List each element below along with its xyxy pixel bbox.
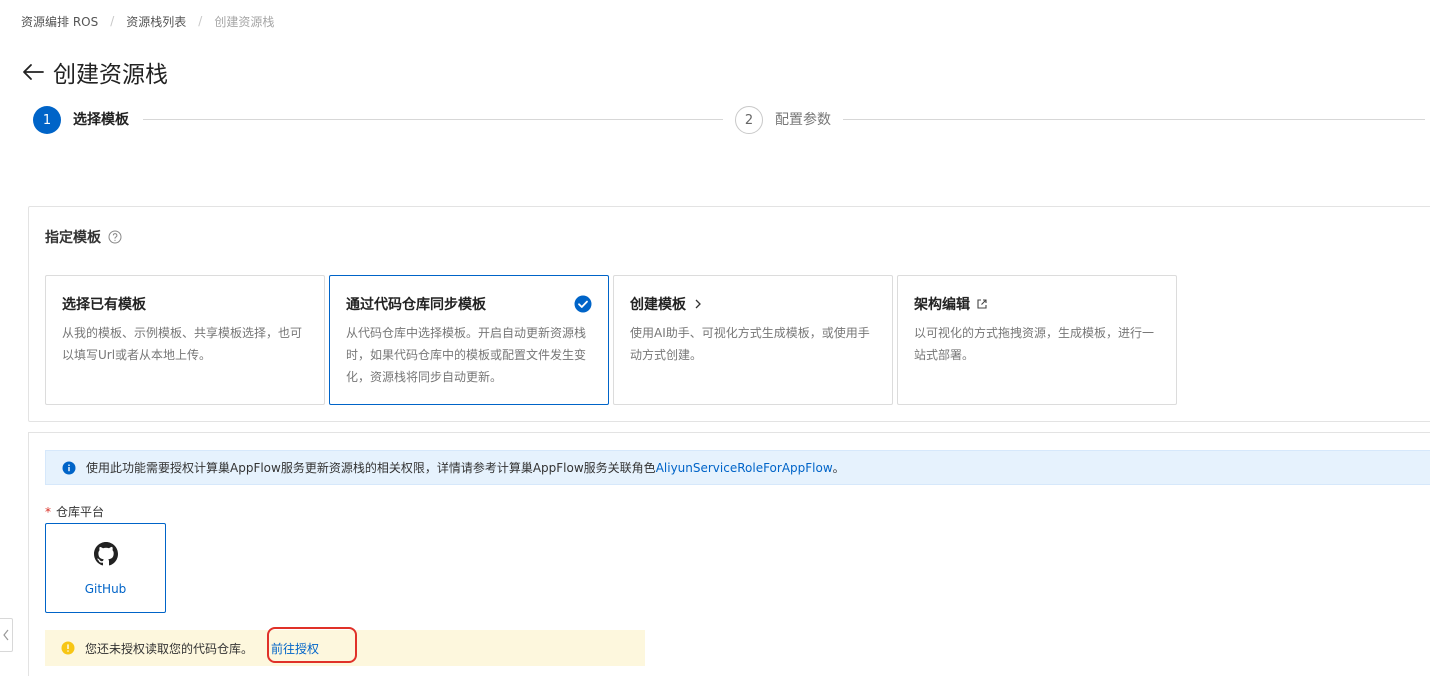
breadcrumb-item-stack-list[interactable]: 资源栈列表 [126,13,186,30]
warning-text: 您还未授权读取您的代码仓库。 [85,641,254,656]
service-role-link[interactable]: AliyunServiceRoleForAppFlow [656,461,833,475]
info-banner: 使用此功能需要授权计算巢AppFlow服务更新资源栈的相关权限，详情请参考计算巢… [45,450,1430,485]
card-create-template[interactable]: 创建模板 使用AI助手、可视化方式生成模板，或使用手动方式创建。 [613,275,893,405]
card-title: 选择已有模板 [62,297,146,313]
back-arrow-icon[interactable] [21,59,47,85]
card-architecture-editor[interactable]: 架构编辑 以可视化的方式拖拽资源，生成模板，进行一站式部署。 [897,275,1177,405]
step-connector [143,119,723,120]
step-1-circle: 1 [33,106,61,134]
required-mark: * [45,505,51,519]
card-description: 以可视化的方式拖拽资源，生成模板，进行一站式部署。 [914,326,1155,362]
page-title: 创建资源栈 [53,62,168,88]
breadcrumb: 资源编排 ROS / 资源栈列表 / 创建资源栈 [21,13,274,29]
card-select-existing-template[interactable]: 选择已有模板 从我的模板、示例模板、共享模板选择，也可以填写Url或者从本地上传… [45,275,325,405]
authorize-link[interactable]: 前往授权 [271,640,319,657]
warning-banner: 您还未授权读取您的代码仓库。 前往授权 [45,627,645,666]
step-2-label: 配置参数 [775,112,831,128]
repo-platform-label: * 仓库平台 [45,503,104,520]
github-label: GitHub [84,582,127,596]
card-title-text: 架构编辑 [914,297,970,313]
card-description: 使用AI助手、可视化方式生成模板，或使用手动方式创建。 [630,326,870,362]
info-icon [62,461,76,475]
repo-platform-label-text: 仓库平台 [56,505,105,519]
breadcrumb-separator: / [198,14,203,28]
card-title: 创建模板 [630,294,704,314]
sidebar-collapse-toggle[interactable] [0,618,13,652]
title-row: 创建资源栈 [21,56,168,88]
chevron-left-icon [2,626,10,645]
info-text: 使用此功能需要授权计算巢AppFlow服务更新资源栈的相关权限，详情请参考计算巢… [86,461,656,475]
breadcrumb-separator: / [110,14,115,28]
template-panel-title: 指定模板 [45,227,122,247]
step-1-label: 选择模板 [73,112,129,128]
help-icon[interactable] [108,230,122,244]
card-title: 架构编辑 [914,294,988,314]
info-suffix: 。 [832,461,845,475]
step-indicator: 1 选择模板 2 配置参数 [33,106,1430,134]
template-panel: 指定模板 选择已有模板 从我的模板、示例模板、共享模板选择，也可以填写Url或者… [28,206,1430,422]
card-description: 从我的模板、示例模板、共享模板选择，也可以填写Url或者从本地上传。 [62,326,303,362]
step-connector [843,119,1425,120]
card-description: 从代码仓库中选择模板。开启自动更新资源栈时，如果代码仓库中的模板或配置文件发生变… [346,326,587,384]
warning-icon [61,641,75,655]
breadcrumb-item-current: 创建资源栈 [214,14,275,29]
github-icon [94,542,118,566]
card-title-text: 创建模板 [630,297,686,313]
repo-panel: 使用此功能需要授权计算巢AppFlow服务更新资源栈的相关权限，详情请参考计算巢… [28,432,1430,676]
card-title: 通过代码仓库同步模板 [346,297,486,313]
breadcrumb-item-ros[interactable]: 资源编排 ROS [21,13,98,30]
check-circle-icon [574,295,592,313]
card-sync-from-repo[interactable]: 通过代码仓库同步模板 从代码仓库中选择模板。开启自动更新资源栈时，如果代码仓库中… [329,275,609,405]
template-panel-title-text: 指定模板 [45,230,101,246]
external-link-icon [976,298,988,310]
github-platform-option[interactable]: GitHub [45,523,166,613]
step-2-circle: 2 [735,106,763,134]
chevron-right-icon [692,298,704,310]
